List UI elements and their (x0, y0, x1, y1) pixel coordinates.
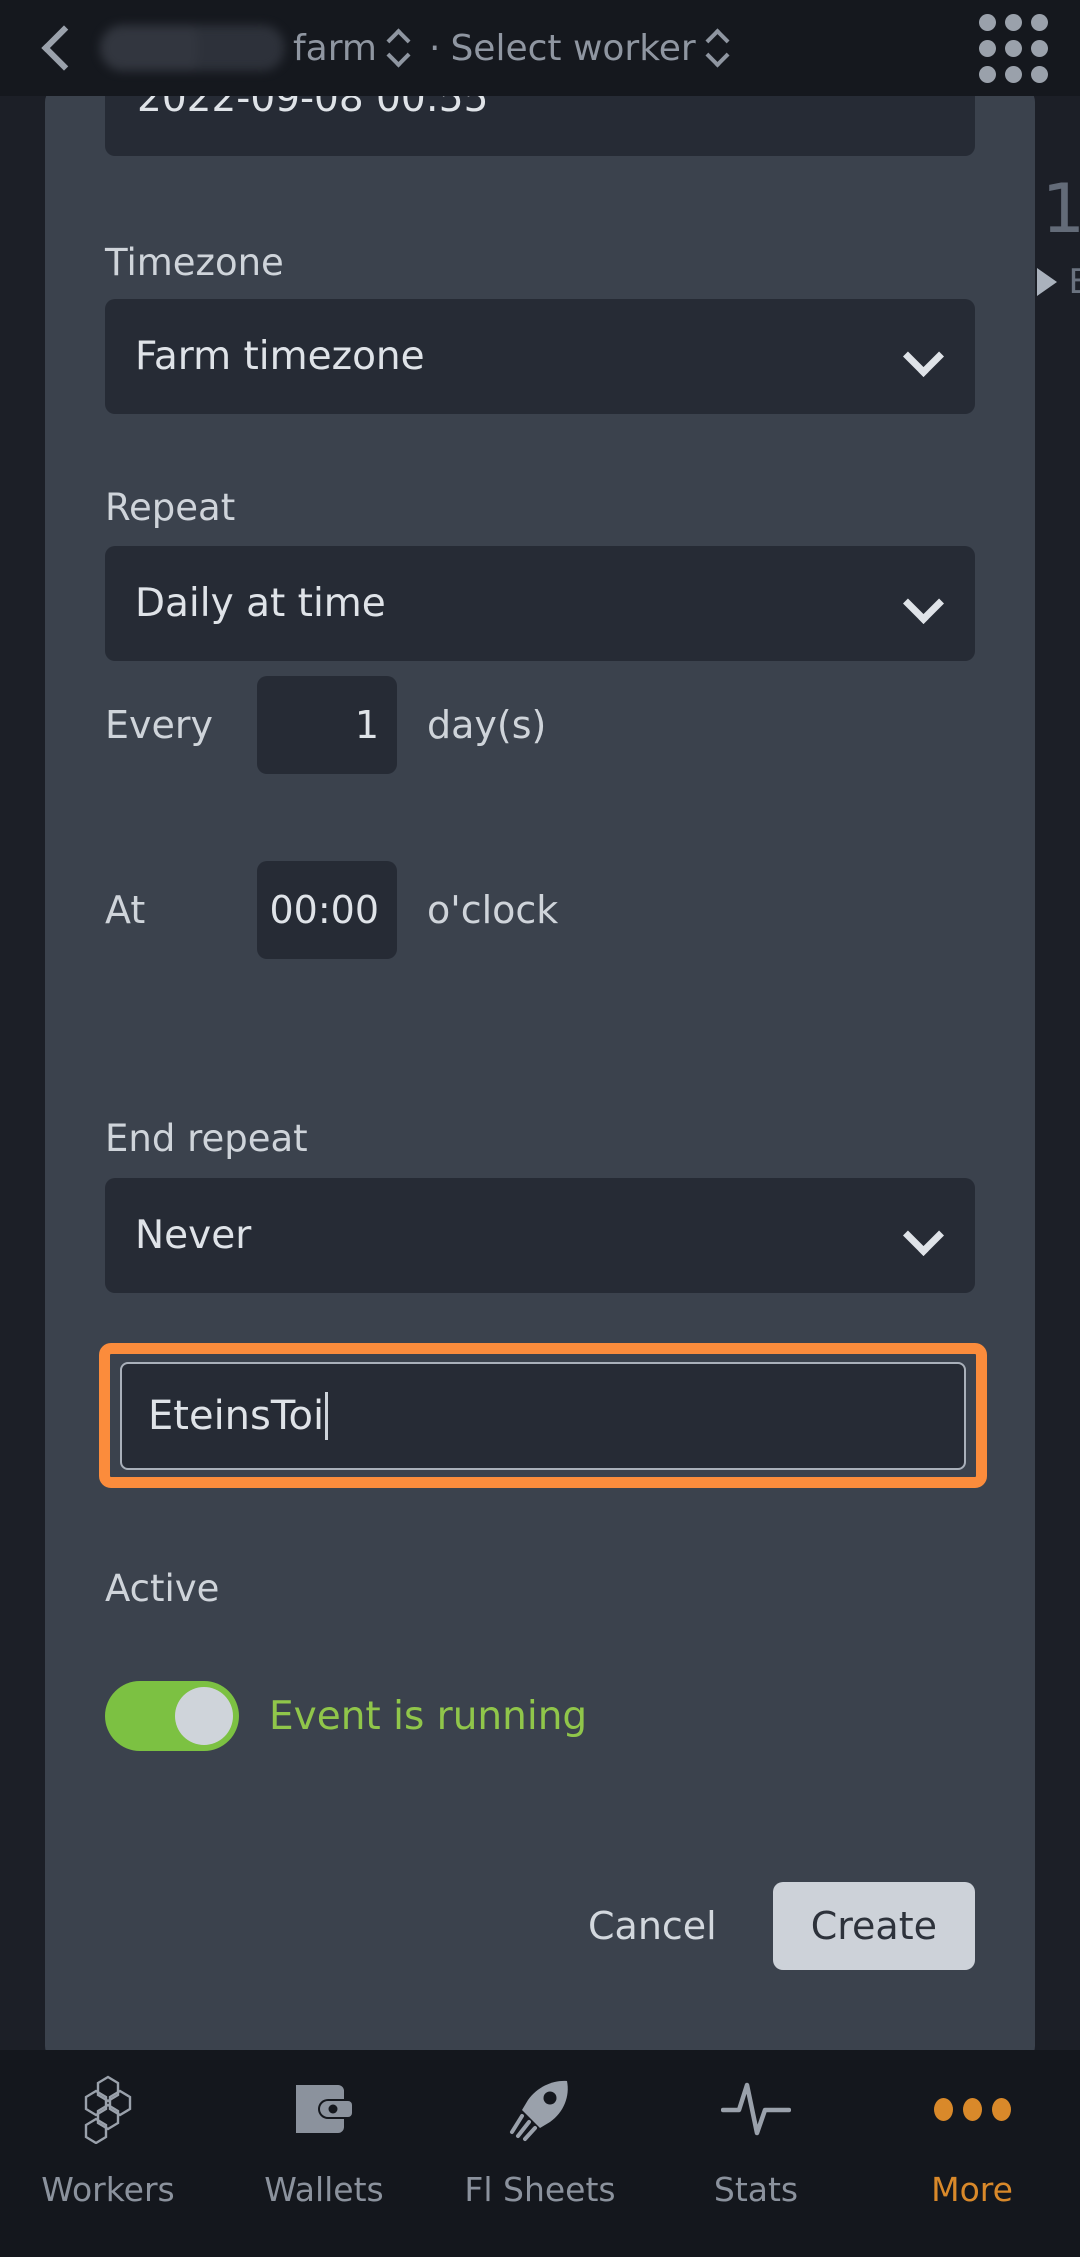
background-status-text: E (1068, 262, 1080, 302)
active-status-text: Event is running (269, 1693, 588, 1739)
every-label: Every (105, 703, 213, 747)
honeycomb-icon (68, 2074, 148, 2144)
top-header-bar: farm · Select worker (0, 0, 1080, 96)
farm-name-blurred (100, 25, 285, 71)
nav-label-more: More (931, 2170, 1013, 2209)
nav-label-stats: Stats (713, 2170, 799, 2209)
wallet-icon (284, 2074, 364, 2144)
nav-item-fl-sheets[interactable]: Fl Sheets (432, 2074, 648, 2209)
active-toggle[interactable] (105, 1681, 239, 1751)
cancel-button[interactable]: Cancel (570, 1890, 735, 1962)
nav-item-more[interactable]: More (864, 2074, 1080, 2209)
timezone-value: Farm timezone (135, 334, 425, 379)
every-interval-input[interactable]: 1 (257, 676, 397, 774)
end-repeat-label: End repeat (105, 1117, 308, 1160)
nav-item-wallets[interactable]: Wallets (216, 2074, 432, 2209)
name-field-focus-ring: EteinsToi (99, 1343, 987, 1488)
schedule-event-dialog: 2022-09-08 00:55 Timezone Farm timezone … (45, 86, 1035, 2062)
toggle-knob (175, 1687, 233, 1745)
three-dots-icon (932, 2074, 1012, 2144)
rocket-icon (500, 2074, 580, 2144)
end-repeat-select[interactable]: Never (105, 1178, 975, 1293)
nav-item-stats[interactable]: Stats (648, 2074, 864, 2209)
dialog-actions: Cancel Create (570, 1882, 975, 1970)
timezone-select[interactable]: Farm timezone (105, 299, 975, 414)
start-datetime-field[interactable]: 2022-09-08 00:55 (105, 86, 975, 156)
grid-apps-icon[interactable] (979, 13, 1048, 83)
at-label: At (105, 888, 146, 932)
bottom-navigation: Workers Wallets Fl Sheets Stats More (0, 2050, 1080, 2257)
play-triangle-icon (1036, 268, 1057, 296)
farm-selector-up-down-chevron-icon[interactable] (385, 28, 411, 68)
back-chevron-icon[interactable] (26, 19, 84, 77)
create-button[interactable]: Create (772, 1882, 975, 1970)
header-separator: · (428, 27, 441, 69)
pulse-icon (716, 2074, 796, 2144)
repeat-value: Daily at time (135, 581, 386, 626)
at-time-row: At 00:00 o'clock (105, 861, 975, 959)
active-label: Active (105, 1567, 220, 1610)
name-input[interactable]: EteinsToi (120, 1361, 966, 1470)
app-screen: 21 E farm · Select worker 2022-09-08 00:… (0, 0, 1080, 2257)
worker-selector-label[interactable]: Select worker (450, 28, 695, 69)
end-repeat-value: Never (135, 1213, 252, 1258)
every-interval-row: Every 1 day(s) (105, 676, 975, 774)
chevron-down-icon (907, 589, 937, 619)
nav-label-workers: Workers (41, 2170, 175, 2209)
chevron-down-icon (907, 1221, 937, 1251)
name-input-value: EteinsToi (148, 1392, 325, 1439)
timezone-label: Timezone (105, 241, 284, 284)
at-unit-label: o'clock (427, 888, 559, 932)
nav-label-wallets: Wallets (264, 2170, 384, 2209)
active-toggle-row: Event is running (105, 1681, 587, 1751)
text-cursor (325, 1391, 329, 1440)
nav-item-workers[interactable]: Workers (0, 2074, 216, 2209)
at-time-value: 00:00 (269, 888, 379, 932)
worker-selector-up-down-chevron-icon[interactable] (704, 28, 730, 68)
farm-label: farm (293, 27, 377, 69)
every-interval-value: 1 (354, 703, 379, 747)
chevron-down-icon (907, 342, 937, 372)
nav-label-fl-sheets: Fl Sheets (464, 2170, 616, 2209)
repeat-select[interactable]: Daily at time (105, 546, 975, 661)
repeat-label: Repeat (105, 486, 236, 529)
at-time-input[interactable]: 00:00 (257, 861, 397, 959)
every-unit-label: day(s) (427, 703, 547, 747)
background-status-row: E (1036, 262, 1080, 302)
